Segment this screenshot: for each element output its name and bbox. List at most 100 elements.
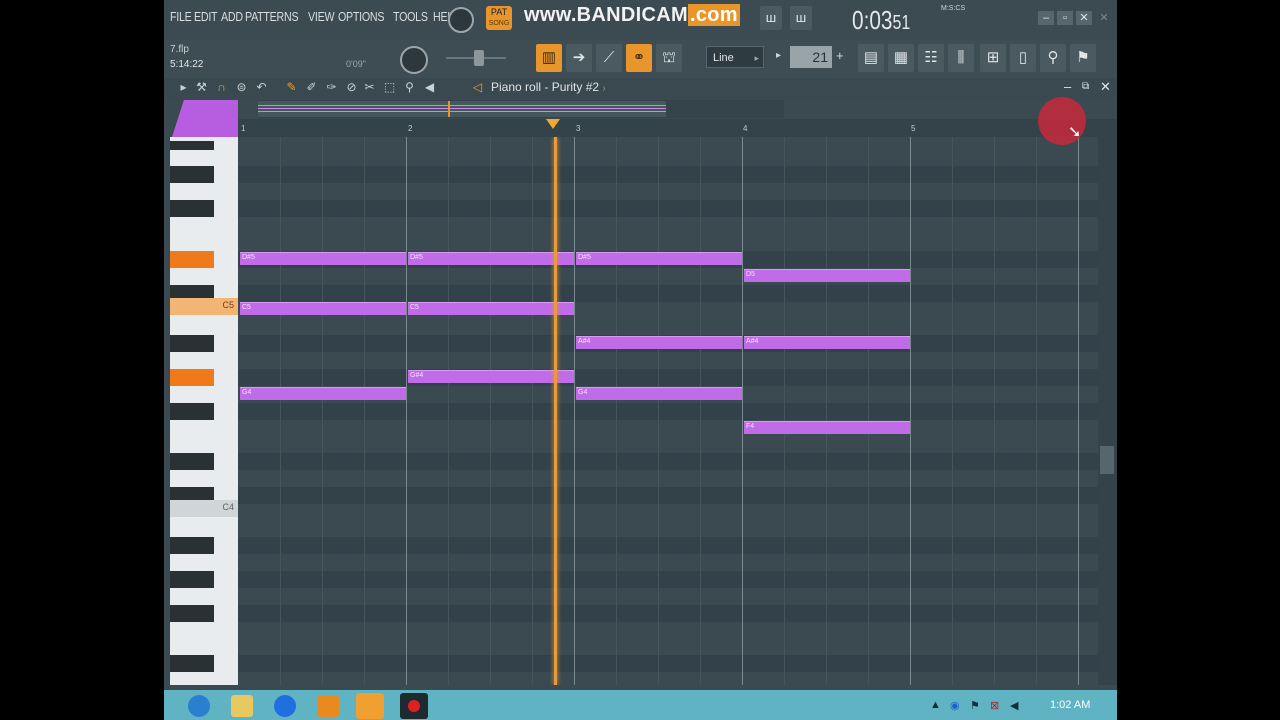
file-explorer-icon[interactable] xyxy=(231,695,253,717)
zoom-tool-icon[interactable]: ⚲ xyxy=(402,80,417,95)
beat-line xyxy=(826,137,827,685)
pattern-mode-toggle[interactable]: PAT SONG xyxy=(486,6,512,30)
flag-icon[interactable]: ⚑ xyxy=(970,699,980,712)
magnet-icon[interactable]: ∩ xyxy=(214,80,229,95)
playhead[interactable] xyxy=(554,137,557,685)
taskbar-clock[interactable]: 1:02 AM xyxy=(1050,699,1090,711)
mute-tool-icon[interactable]: ⊘ xyxy=(344,80,359,95)
play-icon[interactable]: ▸ xyxy=(176,80,191,95)
note-c5[interactable]: C5 xyxy=(240,302,406,315)
black-key-ds5[interactable] xyxy=(170,251,214,268)
fl-studio-taskbar-icon[interactable] xyxy=(356,693,384,719)
tray-browser-icon[interactable]: ◉ xyxy=(950,699,960,712)
target-arrow-icon[interactable]: ◁ xyxy=(470,80,485,95)
pencil-icon[interactable]: ✎ xyxy=(284,80,299,95)
menu-add[interactable]: ADD xyxy=(221,9,243,24)
menu-view[interactable]: VIEW xyxy=(308,9,335,24)
brush-icon[interactable]: ✐ xyxy=(304,80,319,95)
black-key[interactable] xyxy=(170,453,214,470)
master-pitch-knob[interactable] xyxy=(400,46,428,74)
tempo-decrease-icon[interactable]: ▸ xyxy=(776,50,781,61)
internet-explorer-icon[interactable] xyxy=(188,695,210,717)
ruler-label: 3 xyxy=(576,124,581,133)
minimize-button[interactable]: – xyxy=(1038,11,1054,25)
stamp-tool-icon[interactable]: ⊜ xyxy=(234,80,249,95)
help-icon[interactable]: ⚑ xyxy=(1070,44,1096,72)
step-edit-icon[interactable]: ш xyxy=(790,6,812,30)
menu-edit[interactable]: EDIT xyxy=(194,9,218,24)
note-d5[interactable]: D5 xyxy=(744,269,910,282)
black-key[interactable] xyxy=(170,166,214,183)
note-grid[interactable]: D#5 D#5 D#5 D5 C5 C5 A#4 A#4 G#4 G4 G4 F… xyxy=(238,137,1098,685)
song-time-display[interactable]: 0:0351 xyxy=(852,5,910,36)
close-button[interactable]: ✕ xyxy=(1076,11,1092,25)
tempo-increase-icon[interactable]: + xyxy=(836,48,844,63)
menu-tools[interactable]: TOOLS xyxy=(393,9,428,24)
note-c5[interactable]: C5 xyxy=(408,302,574,315)
key-c4[interactable]: C4 xyxy=(170,500,238,517)
note-ds5[interactable]: D#5 xyxy=(240,252,406,265)
bandicam-taskbar-icon[interactable] xyxy=(400,693,428,719)
note-ds5[interactable]: D#5 xyxy=(576,252,742,265)
black-key[interactable] xyxy=(170,537,214,554)
key-c5[interactable]: C5 xyxy=(170,298,238,315)
tray-expand-icon[interactable]: ▲ xyxy=(930,699,941,711)
arrow-right-icon[interactable]: ➔ xyxy=(566,44,592,72)
note-g4[interactable]: G4 xyxy=(240,387,406,400)
curve-icon[interactable]: ⟋ xyxy=(596,44,622,72)
undo-icon[interactable]: ↶ xyxy=(254,80,269,95)
master-volume-knob[interactable] xyxy=(448,7,474,33)
note-as4[interactable]: A#4 xyxy=(744,336,910,349)
black-key[interactable] xyxy=(170,335,214,352)
delete-tool-icon[interactable]: ✑ xyxy=(324,80,339,95)
playhead-marker[interactable] xyxy=(546,119,560,129)
overview-selection[interactable] xyxy=(258,101,666,117)
stamp-icon[interactable]: ⛫ xyxy=(656,44,682,72)
network-icon[interactable]: ⊠ xyxy=(990,699,999,712)
snap-select[interactable]: Line ▸ xyxy=(706,46,764,68)
scrollbar-thumb[interactable] xyxy=(1100,446,1114,474)
wrench-icon[interactable]: ⚒ xyxy=(194,80,209,95)
black-key-gs4[interactable] xyxy=(170,369,214,386)
black-key[interactable] xyxy=(170,141,214,150)
black-key[interactable] xyxy=(170,571,214,588)
timeline-ruler[interactable]: 1 2 3 4 5 xyxy=(238,119,1098,137)
slice-tool-icon[interactable]: ✂ xyxy=(362,80,377,95)
vlc-icon[interactable] xyxy=(317,695,339,717)
note-gs4[interactable]: G#4 xyxy=(408,370,574,383)
project-icon[interactable]: ▯ xyxy=(1010,44,1036,72)
plugin-icon[interactable]: ⚲ xyxy=(1040,44,1066,72)
browser-icon[interactable]: ⊞ xyxy=(980,44,1006,72)
select-tool-icon[interactable]: ⬚ xyxy=(382,80,397,95)
browser-icon[interactable] xyxy=(274,695,296,717)
playlist-icon[interactable]: ▤ xyxy=(858,44,884,72)
note-f4[interactable]: F4 xyxy=(744,421,910,434)
channel-rack-icon[interactable]: ☷ xyxy=(918,44,944,72)
vertical-scrollbar[interactable] xyxy=(1098,119,1117,685)
black-key[interactable] xyxy=(170,605,214,622)
speaker-icon[interactable]: ◀ xyxy=(422,80,437,95)
menu-options[interactable]: OPTIONS xyxy=(338,9,385,24)
note-g4[interactable]: G4 xyxy=(576,387,742,400)
volume-icon[interactable]: ◀ xyxy=(1010,699,1018,712)
link-icon[interactable]: ⚭ xyxy=(626,44,652,72)
piano-keyboard[interactable]: C5 C4 xyxy=(170,137,238,685)
black-key[interactable] xyxy=(170,200,214,217)
pr-restore-icon[interactable]: ⧉ xyxy=(1082,81,1089,92)
tempo-display[interactable]: 21 xyxy=(790,46,832,68)
note-ds5[interactable]: D#5 xyxy=(408,252,574,265)
menu-file[interactable]: FILE xyxy=(170,9,192,24)
black-key[interactable] xyxy=(170,655,214,672)
typing-keyboard-icon[interactable]: ш xyxy=(760,6,782,30)
pr-close-icon[interactable]: ✕ xyxy=(1100,79,1111,95)
tempo-slider-handle[interactable] xyxy=(474,50,484,66)
piano-roll-corner[interactable] xyxy=(172,100,238,137)
piano-roll-icon[interactable]: ▦ xyxy=(888,44,914,72)
note-as4[interactable]: A#4 xyxy=(576,336,742,349)
mixer-icon[interactable]: ⫼ xyxy=(948,44,974,72)
menu-patterns[interactable]: PATTERNS xyxy=(245,9,299,24)
black-key[interactable] xyxy=(170,403,214,420)
restore-button[interactable]: ▫ xyxy=(1057,11,1073,25)
piano-roll-view-button[interactable]: ▥ xyxy=(536,44,562,72)
pr-minimize-icon[interactable]: – xyxy=(1064,79,1071,94)
